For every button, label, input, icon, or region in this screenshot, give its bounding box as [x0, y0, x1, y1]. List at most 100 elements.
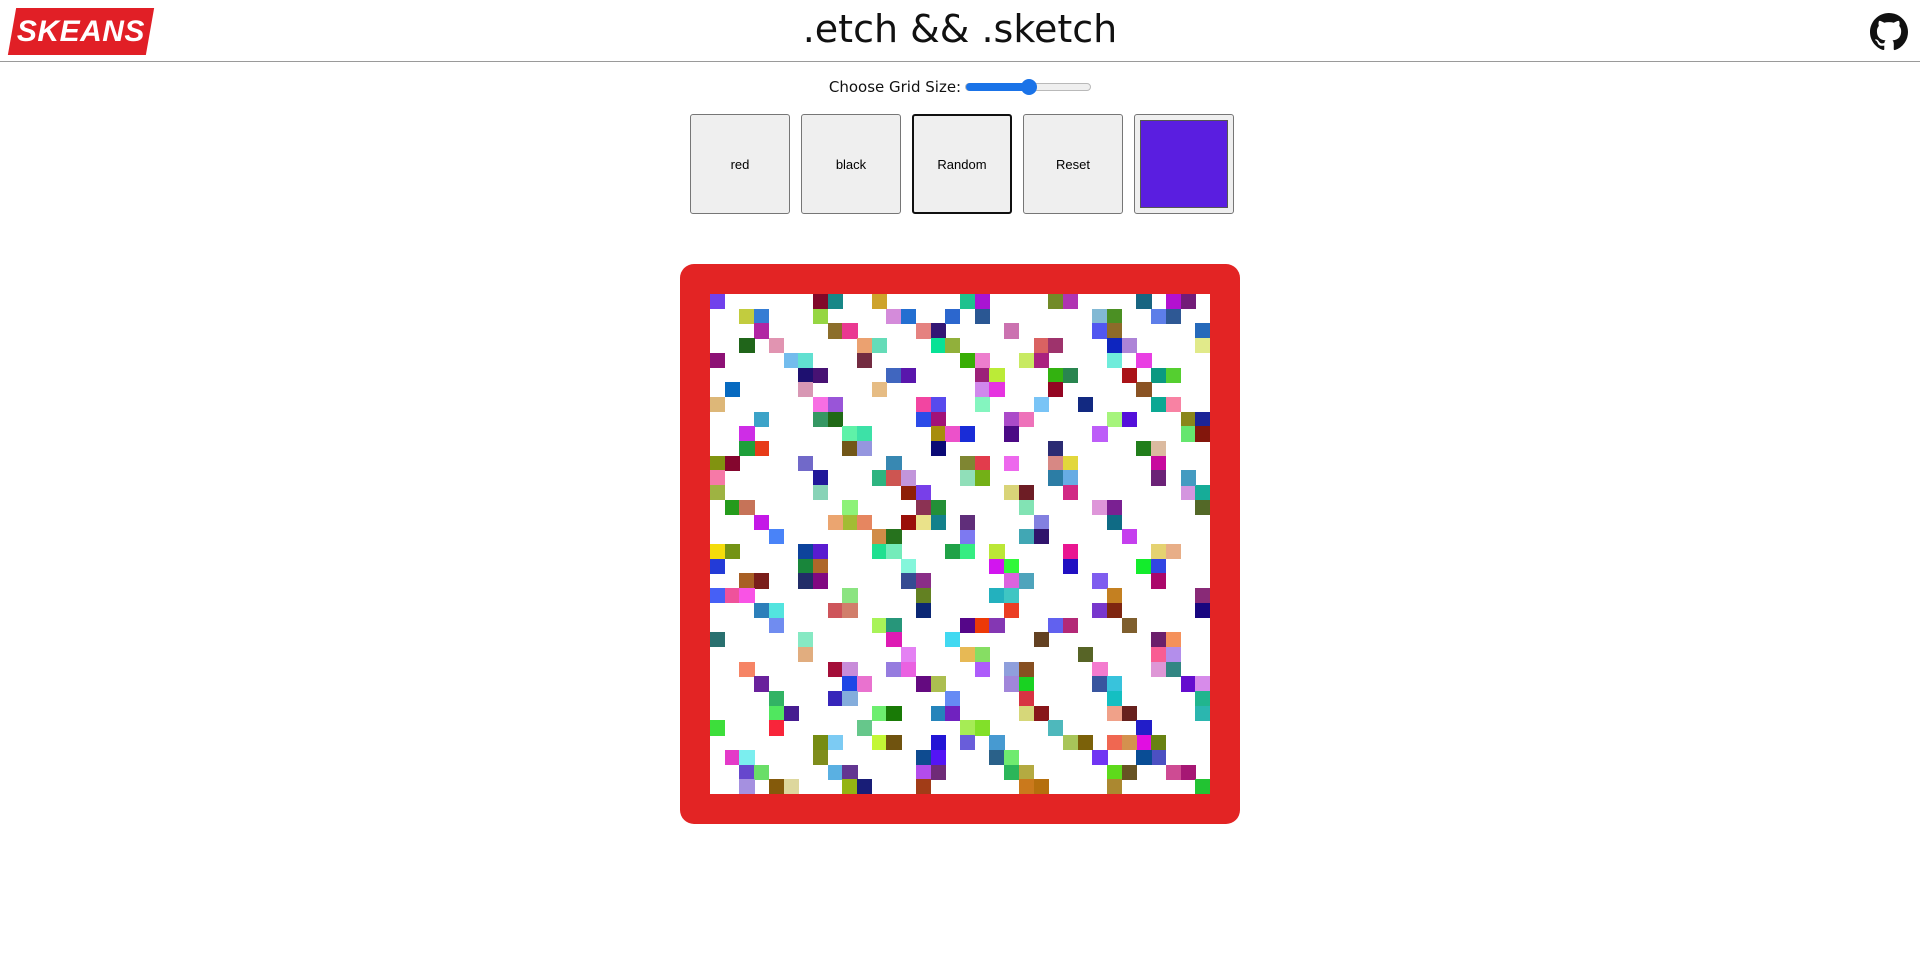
grid-cell [812, 308, 829, 324]
grid-cell [1165, 661, 1182, 677]
grid-cell [915, 485, 932, 501]
grid-cell [827, 735, 843, 751]
grid-cell [1107, 779, 1123, 794]
grid-cell [1048, 617, 1064, 633]
grid-cell [1136, 735, 1152, 751]
grid-cell [901, 485, 917, 501]
grid-cell [842, 676, 858, 692]
grid-cell [960, 514, 976, 530]
grid-cell [842, 323, 858, 339]
color-picker[interactable] [1134, 114, 1234, 214]
grid-cell [710, 455, 726, 471]
grid-cell [1048, 382, 1064, 398]
drawing-grid[interactable] [710, 294, 1210, 794]
grid-cell [827, 691, 843, 707]
grid-cell [930, 764, 946, 780]
grid-cell [754, 676, 770, 692]
grid-cell [739, 441, 755, 457]
grid-cell [901, 514, 917, 530]
grid-cell [1180, 676, 1196, 692]
grid-cell [827, 396, 843, 413]
grid-cell [812, 411, 829, 427]
grid-cell [974, 617, 990, 633]
grid-cell [1004, 588, 1020, 604]
grid-cell [1136, 720, 1152, 736]
grid-cell [842, 499, 858, 516]
grid-cell [710, 396, 726, 413]
grid-cell [842, 588, 858, 604]
grid-cell [1004, 558, 1020, 574]
grid-cell [1077, 396, 1093, 413]
grid-cell [1107, 735, 1123, 751]
grid-cell [930, 499, 946, 516]
grid-cell [1107, 338, 1123, 354]
grid-cell [1004, 411, 1020, 427]
grid-cell [1048, 470, 1064, 486]
grid-cell [1195, 499, 1210, 516]
grid-cell [1004, 749, 1020, 766]
grid-cell [1033, 705, 1049, 721]
grid-cell [989, 558, 1005, 574]
grid-cell [901, 646, 917, 663]
grid-cell [1165, 294, 1182, 310]
grid-cell [974, 396, 990, 413]
grid-cell [930, 735, 946, 751]
grid-cell [1195, 588, 1210, 604]
grid-cell [1004, 573, 1020, 589]
grid-cell [930, 441, 946, 457]
grid-cell [1062, 470, 1079, 486]
grid-cell [783, 779, 799, 794]
grid-cell [1107, 499, 1123, 516]
black-button[interactable]: black [801, 114, 901, 214]
grid-cell [886, 661, 902, 677]
grid-cell [1107, 514, 1123, 530]
grid-cell [1136, 558, 1152, 574]
grid-cell [1165, 367, 1182, 383]
sketch-board [680, 264, 1240, 824]
grid-cell [754, 514, 770, 530]
grid-cell [1165, 544, 1182, 560]
grid-cell [915, 764, 932, 780]
grid-cell [901, 558, 917, 574]
grid-cell [710, 352, 726, 369]
grid-cell [1107, 676, 1123, 692]
grid-cell [739, 308, 755, 324]
grid-cell [812, 485, 829, 501]
grid-cell [768, 529, 785, 545]
grid-cell [1151, 646, 1167, 663]
grid-cell [812, 544, 829, 560]
grid-cell [783, 352, 799, 369]
page-title: .etch && .sketch [802, 7, 1118, 51]
reset-button[interactable]: Reset [1023, 114, 1123, 214]
grid-cell [960, 529, 976, 545]
grid-size-slider[interactable] [965, 79, 1092, 95]
grid-cell [960, 470, 976, 486]
github-icon[interactable] [1870, 13, 1908, 51]
grid-cell [1180, 411, 1196, 427]
random-button[interactable]: Random [912, 114, 1012, 214]
grid-cell [930, 426, 946, 442]
grid-cell [798, 558, 814, 574]
grid-cell [1195, 676, 1210, 692]
grid-cell [1048, 720, 1064, 736]
grid-cell [857, 779, 873, 794]
grid-cell [1151, 544, 1167, 560]
slider-thumb[interactable] [1021, 79, 1038, 95]
grid-cell [827, 294, 843, 310]
grid-cell [930, 514, 946, 530]
grid-cell [739, 749, 755, 766]
grid-cell [812, 396, 829, 413]
grid-cell [915, 588, 932, 604]
grid-cell [827, 411, 843, 427]
grid-cell [945, 705, 961, 721]
grid-cell [724, 749, 740, 766]
grid-cell [1151, 396, 1167, 413]
grid-cell [886, 617, 902, 633]
grid-cell [1018, 764, 1035, 780]
grid-cell [768, 779, 785, 794]
grid-cell [710, 485, 726, 501]
red-button[interactable]: red [690, 114, 790, 214]
grid-cell [1092, 308, 1108, 324]
grid-cell [930, 676, 946, 692]
grid-cell [1121, 735, 1137, 751]
